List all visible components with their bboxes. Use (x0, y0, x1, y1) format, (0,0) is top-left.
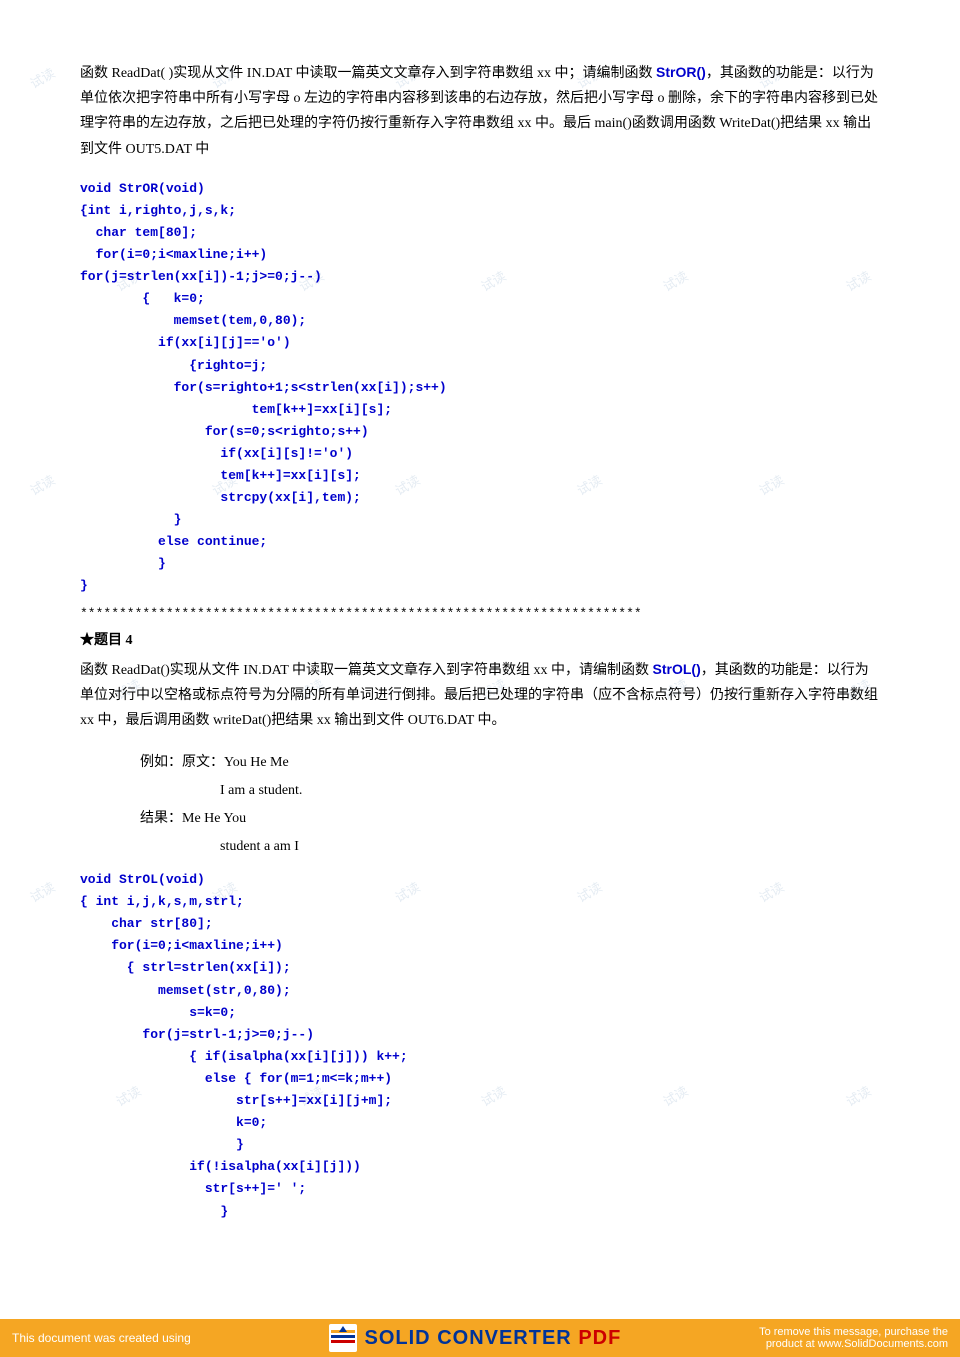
para4-bold: StrOL() (653, 661, 701, 677)
paragraph-4: 函数 ReadDat()实现从文件 IN.DAT 中读取一篇英文文章存入到字符串… (80, 657, 880, 734)
para1-before: 函数 ReadDat( )实现从文件 IN.DAT 中读取一篇英文文章存入到字符… (80, 66, 656, 81)
section-4-title: ★题目 4 (80, 629, 880, 649)
footer-pdf: PDF (578, 1327, 621, 1349)
footer-logo: SOLID CONVERTER PDF (365, 1327, 622, 1350)
example-original-line2: I am a student. (220, 777, 880, 805)
para4-before: 函数 ReadDat()实现从文件 IN.DAT 中读取一篇英文文章存入到字符串… (80, 663, 653, 678)
footer-bar: This document was created using SOLID CO… (0, 1319, 960, 1357)
code-block-2: void StrOL(void) { int i,j,k,s,m,strl; c… (80, 869, 880, 1223)
example-result-line2: student a am I (220, 833, 880, 861)
example-result-line1: 结果：Me He You (140, 805, 880, 833)
solid-converter-icon (329, 1324, 357, 1352)
example-original-line1: 例如：原文：You He Me (140, 749, 880, 777)
divider-line: ****************************************… (80, 606, 880, 621)
footer-solid: SOLID (365, 1327, 431, 1349)
example-block: 例如：原文：You He Me I am a student. 结果：Me He… (140, 749, 880, 861)
code-block-1: void StrOR(void) {int i,righto,j,s,k; ch… (80, 178, 880, 598)
footer-right-text: To remove this message, purchase theprod… (759, 1326, 948, 1350)
footer-converter: CONVERTER (437, 1327, 572, 1349)
footer-left-text: This document was created using (12, 1331, 191, 1345)
paragraph-1: 函数 ReadDat( )实现从文件 IN.DAT 中读取一篇英文文章存入到字符… (80, 60, 880, 162)
page-content: 函数 ReadDat( )实现从文件 IN.DAT 中读取一篇英文文章存入到字符… (0, 0, 960, 1291)
para1-bold: StrOR() (656, 64, 706, 80)
footer-center: SOLID CONVERTER PDF (329, 1324, 622, 1352)
